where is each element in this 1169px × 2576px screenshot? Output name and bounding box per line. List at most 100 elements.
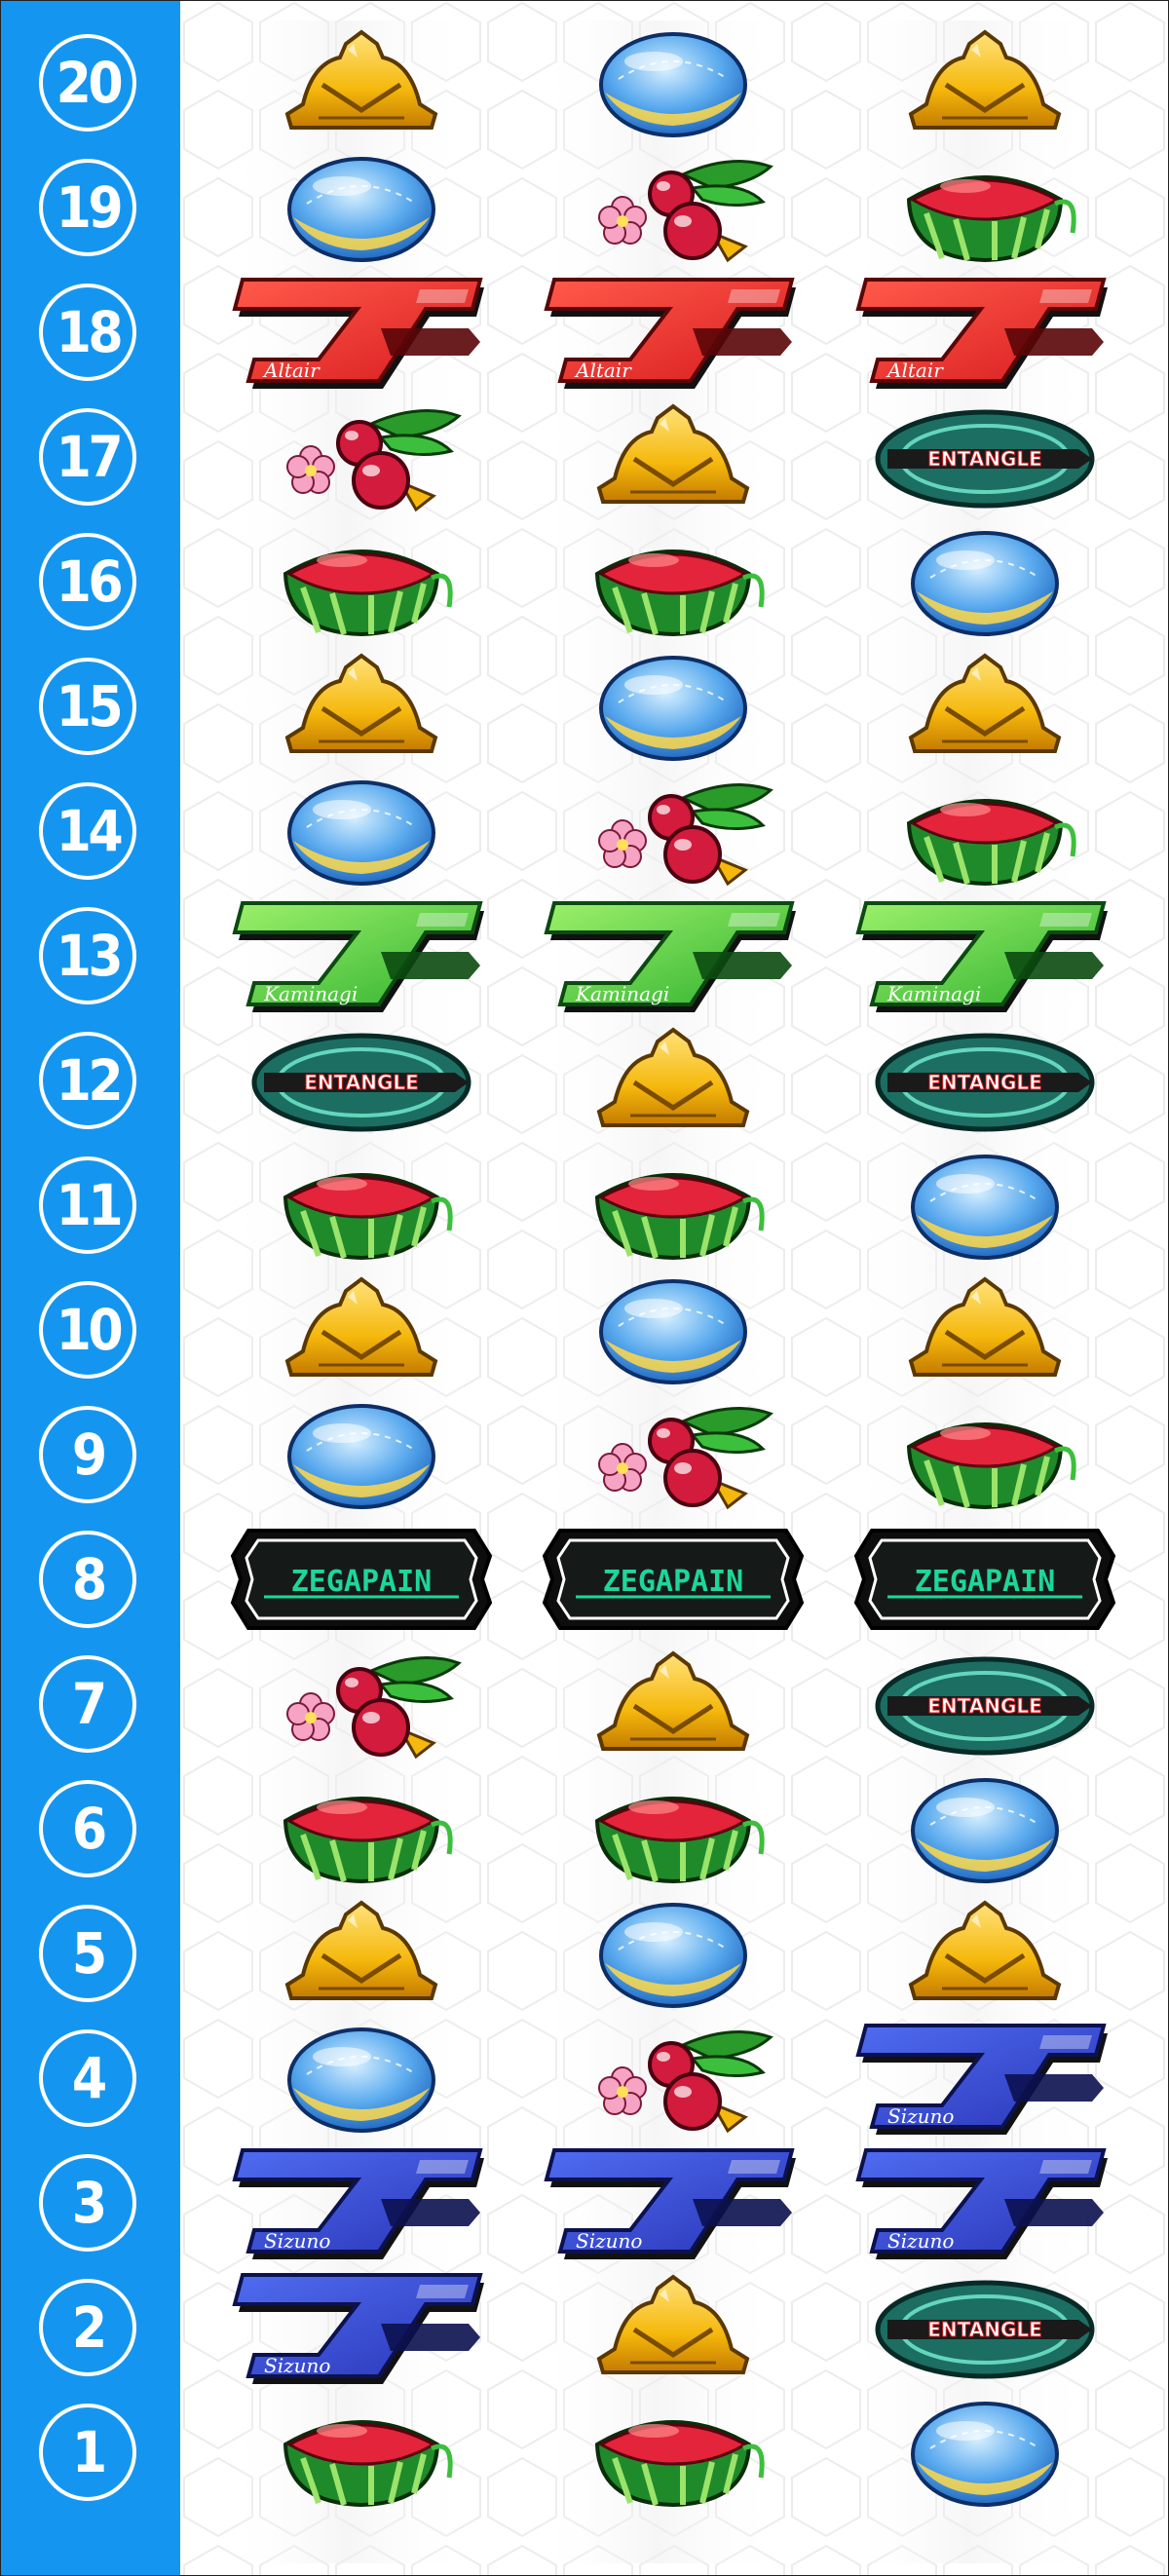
reel-position-label: 16 — [56, 549, 123, 615]
entangle-symbol: ENTANGLE — [848, 1018, 1121, 1143]
replay-symbol — [225, 1392, 498, 1517]
red-seven-symbol: Altair — [848, 270, 1121, 395]
reel-position-label: 4 — [71, 2045, 107, 2111]
entangle-label: ENTANGLE — [304, 1071, 419, 1094]
reel-position-number: 8 — [39, 1531, 136, 1628]
seven-label: Altair — [886, 359, 944, 382]
reel-position-label: 6 — [71, 1796, 107, 1862]
cherry-symbol — [537, 1392, 810, 1517]
reel-position-label: 3 — [71, 2170, 107, 2236]
bell-symbol — [848, 1268, 1121, 1392]
reel-position-number: 3 — [39, 2154, 136, 2252]
replay-symbol — [225, 769, 498, 893]
cherry-symbol — [225, 395, 498, 519]
seven-label: Sizuno — [576, 2229, 642, 2253]
reel-position-label: 18 — [56, 299, 123, 365]
entangle-label: ENTANGLE — [927, 1071, 1042, 1094]
entangle-label: ENTANGLE — [927, 447, 1042, 471]
reel-position-label: 12 — [56, 1047, 123, 1114]
bell-symbol — [537, 1018, 810, 1143]
reel-position-number: 11 — [39, 1156, 136, 1254]
green-seven-symbol: Kaminagi — [848, 893, 1121, 1018]
bell-symbol — [225, 644, 498, 769]
reel-position-number: 12 — [39, 1032, 136, 1129]
cherry-symbol — [537, 145, 810, 270]
reel-position-number: 15 — [39, 658, 136, 755]
reel-position-label: 11 — [56, 1172, 123, 1238]
reel-position-label: 9 — [71, 1421, 107, 1488]
cherry-symbol — [225, 1642, 498, 1766]
cherry-symbol — [537, 2016, 810, 2140]
bell-symbol — [225, 1891, 498, 2016]
bell-symbol — [848, 20, 1121, 145]
seven-label: Sizuno — [264, 2229, 330, 2253]
entangle-symbol: ENTANGLE — [848, 2265, 1121, 2390]
reel-position-label: 5 — [71, 1920, 107, 1987]
zegapain-symbol: ZEGAPAIN — [848, 1517, 1121, 1642]
watermelon-symbol — [537, 1143, 810, 1268]
reel-position-number: 18 — [39, 284, 136, 381]
entangle-symbol: ENTANGLE — [848, 395, 1121, 519]
cherry-symbol — [537, 769, 810, 893]
reel-position-number: 13 — [39, 907, 136, 1004]
reel-position-label: 15 — [56, 673, 123, 739]
replay-symbol — [537, 1268, 810, 1392]
entangle-label: ENTANGLE — [927, 1694, 1042, 1718]
seven-label: Sizuno — [887, 2104, 954, 2128]
bell-symbol — [225, 1268, 498, 1392]
reel-position-label: 2 — [71, 2294, 107, 2361]
watermelon-symbol — [225, 519, 498, 644]
zegapain-symbol: ZEGAPAIN — [537, 1517, 810, 1642]
reel-position-column: 20 19 18 17 16 15 14 13 12 11 10 9 8 7 6 5 4 3 2 1 — [1, 1, 180, 2575]
reel-position-label: 10 — [56, 1297, 123, 1363]
bell-symbol — [848, 1891, 1121, 2016]
entangle-label: ENTANGLE — [927, 2318, 1042, 2341]
reel-position-number: 10 — [39, 1281, 136, 1379]
watermelon-symbol — [848, 769, 1121, 893]
green-seven-symbol: Kaminagi — [537, 893, 810, 1018]
replay-symbol — [225, 145, 498, 270]
bell-symbol — [537, 395, 810, 519]
reel-position-number: 14 — [39, 782, 136, 880]
reel-position-number: 17 — [39, 408, 136, 506]
seven-label: Sizuno — [264, 2354, 330, 2377]
watermelon-symbol — [225, 1766, 498, 1891]
watermelon-symbol — [848, 1392, 1121, 1517]
blue-seven-symbol: Sizuno — [225, 2265, 498, 2390]
seven-label: Altair — [262, 359, 321, 382]
green-seven-symbol: Kaminagi — [225, 893, 498, 1018]
bell-symbol — [848, 644, 1121, 769]
reel-position-number: 20 — [39, 34, 136, 132]
reel-position-label: 14 — [56, 798, 123, 864]
zegapain-label: ZEGAPAIN — [915, 1565, 1056, 1599]
reel-position-number: 5 — [39, 1905, 136, 2002]
reel-position-number: 16 — [39, 533, 136, 630]
seven-label: Kaminagi — [263, 982, 358, 1005]
replay-symbol — [225, 2016, 498, 2140]
zegapain-label: ZEGAPAIN — [291, 1565, 433, 1599]
watermelon-symbol — [225, 1143, 498, 1268]
replay-symbol — [848, 1766, 1121, 1891]
reel-position-label: 7 — [71, 1671, 107, 1737]
watermelon-symbol — [537, 519, 810, 644]
reel-position-number: 1 — [39, 2404, 136, 2501]
blue-seven-symbol: Sizuno — [848, 2016, 1121, 2140]
reel-strip-sheet: 20 19 18 17 16 15 14 13 12 11 10 9 8 7 6 5 4 3 2 1 Altair A… — [0, 0, 1169, 2576]
seven-label: Altair — [574, 359, 632, 382]
entangle-symbol: ENTANGLE — [848, 1642, 1121, 1766]
replay-symbol — [848, 519, 1121, 644]
bell-symbol — [537, 2265, 810, 2390]
reel-position-label: 20 — [56, 50, 123, 116]
bell-symbol — [225, 20, 498, 145]
reel-position-label: 8 — [71, 1546, 107, 1612]
reel-position-number: 4 — [39, 2029, 136, 2127]
zegapain-symbol: ZEGAPAIN — [225, 1517, 498, 1642]
entangle-symbol: ENTANGLE — [225, 1018, 498, 1143]
reel-position-label: 1 — [71, 2419, 107, 2485]
reel-position-label: 13 — [56, 923, 123, 989]
reel-position-number: 2 — [39, 2279, 136, 2376]
red-seven-symbol: Altair — [225, 270, 498, 395]
seven-label: Sizuno — [887, 2229, 954, 2253]
blue-seven-symbol: Sizuno — [848, 2140, 1121, 2265]
blue-seven-symbol: Sizuno — [225, 2140, 498, 2265]
